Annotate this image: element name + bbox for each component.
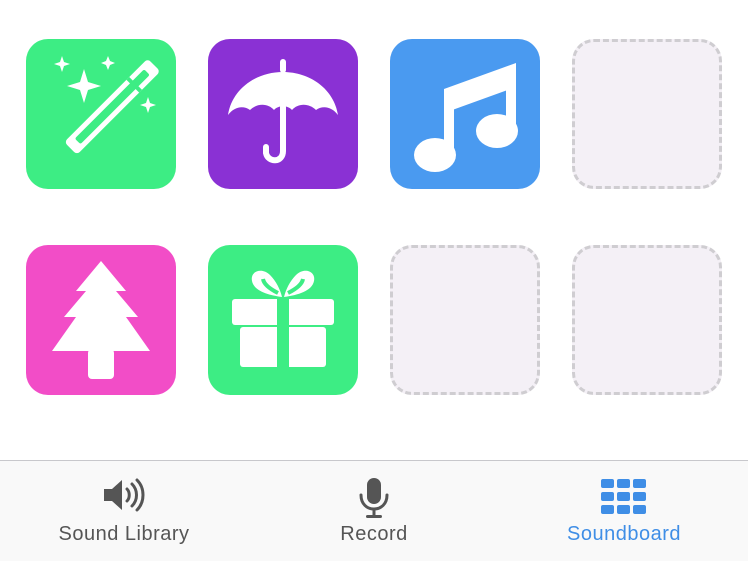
tab-soundboard[interactable]: Soundboard (524, 461, 724, 561)
tab-label-soundboard: Soundboard (567, 523, 681, 545)
magic-wand-icon (54, 56, 159, 154)
sound-tile-magic-wand[interactable] (26, 39, 176, 189)
grid-icon (601, 479, 646, 514)
empty-sound-slot[interactable] (390, 245, 540, 395)
microphone-icon (359, 478, 389, 518)
tab-bar: Sound Library Record Soundboard (0, 460, 748, 561)
tab-record[interactable]: Record (274, 461, 474, 561)
speaker-icon (104, 478, 145, 512)
umbrella-icon (228, 59, 338, 164)
christmas-tree-icon (52, 261, 150, 379)
sound-tile-umbrella[interactable] (208, 39, 358, 189)
empty-sound-slot[interactable] (572, 245, 722, 395)
gift-icon (232, 270, 334, 367)
sound-tile-christmas-tree[interactable] (26, 245, 176, 395)
sound-tile-music[interactable] (390, 39, 540, 189)
tab-label-record: Record (340, 523, 408, 545)
sound-tile-gift[interactable] (208, 245, 358, 395)
tab-label-sound-library: Sound Library (58, 523, 190, 545)
empty-sound-slot[interactable] (572, 39, 722, 189)
music-note-icon (414, 63, 518, 172)
soundboard-grid (0, 0, 748, 460)
tab-sound-library[interactable]: Sound Library (24, 461, 224, 561)
